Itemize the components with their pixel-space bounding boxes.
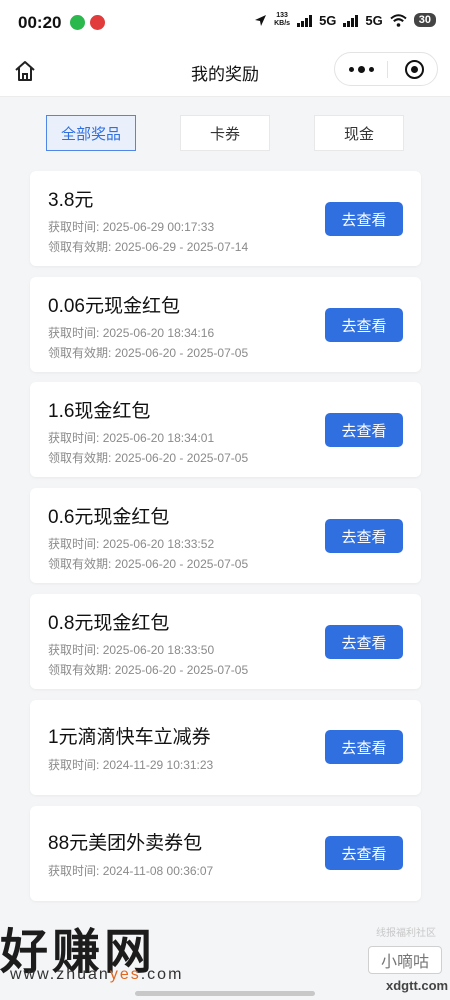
reward-title: 3.8元 [48,190,94,211]
miniprogram-capsule [334,52,438,86]
reward-title: 0.06元现金红包 [48,296,180,317]
reward-title: 1.6现金红包 [48,401,151,422]
reward-acquired-time: 获取时间: 2025-06-20 18:34:16 [48,324,214,341]
validity-label: 领取有效期: [48,346,112,360]
acquired-value: 2025-06-29 00:17:33 [102,220,215,234]
reward-card: 0.06元现金红包 获取时间: 2025-06-20 18:34:16 领取有效… [30,277,421,372]
watermark-community: 线报福利社区 [376,928,436,939]
net-speed-value: 133 [276,12,288,19]
reward-acquired-time: 获取时间: 2025-06-20 18:33:50 [48,641,214,658]
acquired-label: 获取时间: [48,537,100,551]
watermark-url-pre: www.zhuan [10,966,110,983]
signal-bars-icon [343,14,359,27]
network-type-1: 5G [319,12,337,28]
reward-validity: 领取有效期: 2025-06-29 - 2025-07-14 [48,238,248,255]
reward-card: 3.8元 获取时间: 2025-06-29 00:17:33 领取有效期: 20… [30,171,421,266]
view-reward-button[interactable]: 去查看 [325,308,403,342]
acquired-label: 获取时间: [48,864,100,878]
validity-label: 领取有效期: [48,451,112,465]
nav-bar: 我的奖励 [0,46,450,97]
watermark-url-post: .com [140,966,184,983]
net-speed: 133 KB/s [274,12,290,28]
validity-label: 领取有效期: [48,663,112,677]
acquired-label: 获取时间: [48,431,100,445]
status-indicators: 133 KB/s 5G 5G 30 [254,12,436,28]
validity-value: 2025-06-20 - 2025-07-05 [114,663,249,677]
reward-card: 1元滴滴快车立减券 获取时间: 2024-11-29 10:31:23 去查看 [30,700,421,795]
location-arrow-icon [255,14,267,26]
validity-label: 领取有效期: [48,557,112,571]
view-reward-button[interactable]: 去查看 [325,519,403,553]
reward-validity: 领取有效期: 2025-06-20 - 2025-07-05 [48,661,248,678]
watermark-site-url: www.zhuanyes.com [10,966,183,984]
view-reward-button[interactable]: 去查看 [325,413,403,447]
battery-icon: 30 [413,13,436,27]
net-speed-unit: KB/s [274,20,291,27]
acquired-label: 获取时间: [48,643,100,657]
reward-title: 0.6元现金红包 [48,507,170,528]
reward-acquired-time: 获取时间: 2025-06-20 18:34:01 [48,429,214,446]
close-miniprogram-icon[interactable] [405,60,424,79]
watermark-domain: xdgtt.com [386,978,449,993]
acquired-value: 2024-11-08 00:36:07 [102,864,214,878]
watermark-box: 小嘀咕 [368,946,442,974]
network-type-2: 5G [365,12,383,28]
status-bar: 00:20 133 KB/s 5G 5G 30 [0,0,450,46]
acquired-label: 获取时间: [48,326,100,340]
wechat-notification-icon [70,15,85,30]
view-reward-button[interactable]: 去查看 [325,836,403,870]
validity-value: 2025-06-29 - 2025-07-14 [114,240,249,254]
validity-value: 2025-06-20 - 2025-07-05 [114,346,249,360]
reward-validity: 领取有效期: 2025-06-20 - 2025-07-05 [48,344,248,361]
tab-coupons[interactable]: 卡券 [180,115,270,151]
reward-card: 88元美团外卖券包 获取时间: 2024-11-08 00:36:07 去查看 [30,806,421,901]
reward-title: 1元滴滴快车立减券 [48,727,211,748]
acquired-value: 2025-06-20 18:33:50 [102,643,215,657]
reward-title: 88元美团外卖券包 [48,833,203,854]
acquired-label: 获取时间: [48,758,100,772]
acquired-value: 2025-06-20 18:34:16 [102,326,215,340]
acquired-value: 2025-06-20 18:34:01 [102,431,215,445]
acquired-value: 2025-06-20 18:33:52 [102,537,215,551]
reward-tabs: 全部奖品 卡券 现金 [0,115,450,153]
view-reward-button[interactable]: 去查看 [325,730,403,764]
reward-acquired-time: 获取时间: 2025-06-29 00:17:33 [48,218,214,235]
tab-all-rewards[interactable]: 全部奖品 [46,115,136,151]
reward-validity: 领取有效期: 2025-06-20 - 2025-07-05 [48,449,248,466]
acquired-value: 2024-11-29 10:31:23 [102,758,214,772]
reward-acquired-time: 获取时间: 2024-11-29 10:31:23 [48,756,213,773]
more-dots-icon [368,66,374,72]
acquired-label: 获取时间: [48,220,100,234]
reward-acquired-time: 获取时间: 2024-11-08 00:36:07 [48,862,213,879]
signal-bars-icon [297,14,313,27]
app-notification-icon [90,15,105,30]
more-button[interactable] [335,53,387,85]
watermark-url-accent: yes [109,966,141,983]
validity-label: 领取有效期: [48,240,112,254]
view-reward-button[interactable]: 去查看 [325,202,403,236]
reward-card: 1.6现金红包 获取时间: 2025-06-20 18:34:01 领取有效期:… [30,382,421,477]
more-dots-icon [348,66,354,72]
reward-validity: 领取有效期: 2025-06-20 - 2025-07-05 [48,555,248,572]
wifi-icon [390,13,407,27]
reward-acquired-time: 获取时间: 2025-06-20 18:33:52 [48,535,214,552]
home-indicator[interactable] [135,991,315,996]
validity-value: 2025-06-20 - 2025-07-05 [114,557,249,571]
reward-card: 0.8元现金红包 获取时间: 2025-06-20 18:33:50 领取有效期… [30,594,421,689]
capsule-divider [387,61,388,78]
view-reward-button[interactable]: 去查看 [325,625,403,659]
reward-title: 0.8元现金红包 [48,613,170,634]
more-dots-icon [357,65,365,73]
tab-cash[interactable]: 现金 [314,115,404,151]
status-time: 00:20 [18,13,62,32]
validity-value: 2025-06-20 - 2025-07-05 [114,451,249,465]
reward-card: 0.6元现金红包 获取时间: 2025-06-20 18:33:52 领取有效期… [30,488,421,583]
